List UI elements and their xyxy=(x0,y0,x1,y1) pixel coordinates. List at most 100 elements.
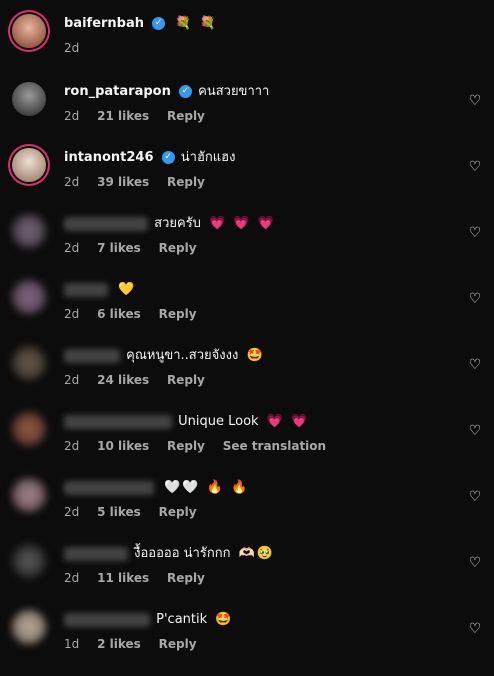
comment-time: 2d xyxy=(64,109,80,123)
likes-count[interactable]: 10 likes xyxy=(97,439,149,453)
heart-icon[interactable]: ♡ xyxy=(468,556,482,570)
comment-emojis: 🫶🏻🥹 xyxy=(238,546,275,561)
avatar[interactable] xyxy=(12,610,46,644)
comment-line: 🤍🤍 🔥 🔥 xyxy=(64,478,249,498)
comment-meta: 2d 7 likes Reply xyxy=(64,240,211,256)
comment-text: คุณหนูขา..สวยจังงง xyxy=(126,348,239,363)
heart-icon[interactable]: ♡ xyxy=(468,160,482,174)
heart-icon[interactable]: ♡ xyxy=(468,424,482,438)
likes-count[interactable]: 5 likes xyxy=(97,505,141,519)
comment-time: 2d xyxy=(64,41,80,55)
comment-row: 🤍🤍 🔥 🔥 2d 5 likes Reply ♡ xyxy=(0,478,494,544)
likes-count[interactable]: 21 likes xyxy=(97,109,149,123)
comment-line: คุณหนูขา..สวยจังงง 🤩 xyxy=(64,346,265,366)
reply-button[interactable]: Reply xyxy=(159,637,197,651)
blurred-username[interactable] xyxy=(64,414,172,429)
comment-row: งื้อออออ น่ารักกก 🫶🏻🥹 2d 11 likes Reply … xyxy=(0,544,494,610)
comment-time: 2d xyxy=(64,439,80,453)
comment-line: baifernbah ✓ 💐 💐 xyxy=(64,14,218,34)
comment-emojis: 💛 xyxy=(118,282,137,297)
heart-icon[interactable]: ♡ xyxy=(468,490,482,504)
blurred-username[interactable] xyxy=(64,348,120,363)
likes-count[interactable]: 24 likes xyxy=(97,373,149,387)
comment-time: 2d xyxy=(64,175,80,189)
blurred-username[interactable] xyxy=(64,546,128,561)
comment-row: P'cantik 🤩 1d 2 likes Reply ♡ xyxy=(0,610,494,676)
comment-emojis: 🤩 xyxy=(215,612,234,627)
comment-emojis: 💗 💗 💗 xyxy=(209,216,276,231)
comment-meta: 2d 5 likes Reply xyxy=(64,504,211,520)
comment-meta: 2d 24 likes Reply xyxy=(64,372,219,388)
username[interactable]: intanont246 xyxy=(64,150,154,165)
reply-button[interactable]: Reply xyxy=(167,109,205,123)
see-translation-button[interactable]: See translation xyxy=(223,439,326,453)
likes-count[interactable]: 6 likes xyxy=(97,307,141,321)
heart-icon[interactable]: ♡ xyxy=(468,226,482,240)
blurred-username[interactable] xyxy=(64,282,108,297)
avatar[interactable] xyxy=(12,544,46,578)
comment-text: คนสวยขาาา xyxy=(198,84,270,99)
comment-emojis: 🤍🤍 🔥 🔥 xyxy=(164,480,250,495)
comment-meta: 2d 11 likes Reply xyxy=(64,570,219,586)
avatar[interactable] xyxy=(12,214,46,248)
verified-badge-icon: ✓ xyxy=(152,17,166,30)
avatar[interactable] xyxy=(12,346,46,380)
avatar[interactable] xyxy=(12,148,46,182)
comment-meta: 2d 39 likes Reply xyxy=(64,174,219,190)
comment-line: Unique Look 💗 💗 xyxy=(64,412,309,432)
comment-row: ron_patarapon ✓ คนสวยขาาา 2d 21 likes Re… xyxy=(0,82,494,148)
comment-emojis: 💗 💗 xyxy=(266,414,310,429)
comment-row: baifernbah ✓ 💐 💐 2d xyxy=(0,14,494,80)
avatar[interactable] xyxy=(12,478,46,512)
likes-count[interactable]: 7 likes xyxy=(97,241,141,255)
comment-time: 2d xyxy=(64,241,80,255)
comment-time: 2d xyxy=(64,571,80,585)
comment-meta: 2d 21 likes Reply xyxy=(64,108,219,124)
comment-list: baifernbah ✓ 💐 💐 2d ron_patarapon ✓ คนสว… xyxy=(0,0,494,666)
heart-icon[interactable]: ♡ xyxy=(468,358,482,372)
blurred-username[interactable] xyxy=(64,480,154,495)
heart-icon[interactable]: ♡ xyxy=(468,622,482,636)
comment-text: งื้อออออ น่ารักกก xyxy=(134,546,231,561)
comment-emojis: 💐 💐 xyxy=(175,16,218,31)
username[interactable]: baifernbah xyxy=(64,16,144,31)
comment-text: น่าฮักแฮง xyxy=(180,150,236,165)
comment-line: งื้อออออ น่ารักกก 🫶🏻🥹 xyxy=(64,544,275,564)
verified-badge-icon: ✓ xyxy=(161,151,175,164)
blurred-username[interactable] xyxy=(64,612,150,627)
comment-meta: 2d xyxy=(64,40,93,56)
comment-row: สวยครับ 💗 💗 💗 2d 7 likes Reply ♡ xyxy=(0,214,494,280)
avatar[interactable] xyxy=(12,412,46,446)
reply-button[interactable]: Reply xyxy=(159,241,197,255)
heart-icon[interactable]: ♡ xyxy=(468,292,482,306)
avatar[interactable] xyxy=(12,280,46,314)
reply-button[interactable]: Reply xyxy=(167,175,205,189)
comment-line: intanont246 ✓ น่าฮักแฮง xyxy=(64,148,235,168)
likes-count[interactable]: 11 likes xyxy=(97,571,149,585)
reply-button[interactable]: Reply xyxy=(167,373,205,387)
comment-row: Unique Look 💗 💗 2d 10 likes Reply See tr… xyxy=(0,412,494,478)
verified-badge-icon: ✓ xyxy=(178,85,192,98)
comment-row: 💛 2d 6 likes Reply ♡ xyxy=(0,280,494,346)
reply-button[interactable]: Reply xyxy=(167,439,205,453)
comment-time: 2d xyxy=(64,307,80,321)
avatar[interactable] xyxy=(12,82,46,116)
reply-button[interactable]: Reply xyxy=(167,571,205,585)
comment-time: 2d xyxy=(64,373,80,387)
likes-count[interactable]: 2 likes xyxy=(97,637,141,651)
comment-meta: 2d 6 likes Reply xyxy=(64,306,211,322)
comment-emojis: 🤩 xyxy=(246,348,265,363)
reply-button[interactable]: Reply xyxy=(159,307,197,321)
blurred-username[interactable] xyxy=(64,216,148,231)
reply-button[interactable]: Reply xyxy=(159,505,197,519)
avatar[interactable] xyxy=(12,14,46,48)
comment-text: Unique Look xyxy=(178,414,259,429)
comment-line: 💛 xyxy=(64,280,136,300)
likes-count[interactable]: 39 likes xyxy=(97,175,149,189)
username[interactable]: ron_patarapon xyxy=(64,84,171,99)
comment-line: ron_patarapon ✓ คนสวยขาาา xyxy=(64,82,269,102)
heart-icon[interactable]: ♡ xyxy=(468,94,482,108)
comment-text: สวยครับ xyxy=(154,216,201,231)
comment-time: 1d xyxy=(64,637,80,651)
comment-line: สวยครับ 💗 💗 💗 xyxy=(64,214,276,234)
